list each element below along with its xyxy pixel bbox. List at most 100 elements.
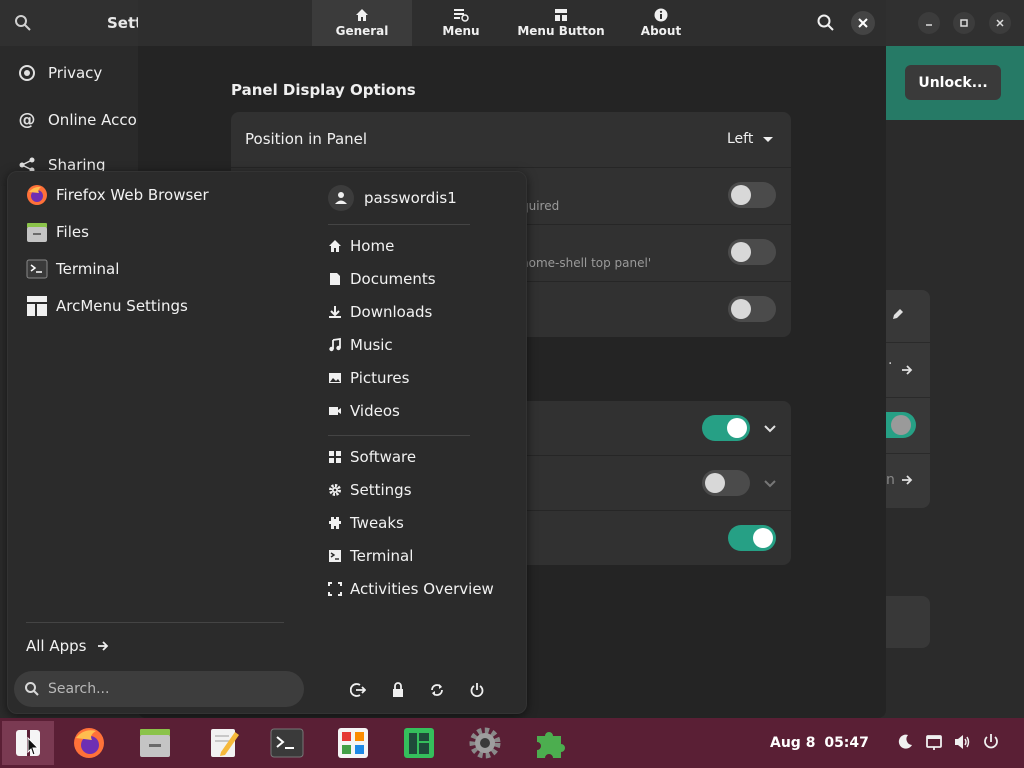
- dialog-header: [138, 0, 886, 46]
- text-editor-icon: [211, 729, 239, 757]
- search-icon[interactable]: [14, 14, 32, 32]
- tab-menu[interactable]: Menu: [423, 0, 499, 46]
- place-label: Music: [350, 336, 393, 354]
- maximize-icon: [960, 19, 968, 27]
- power-button[interactable]: [467, 680, 487, 700]
- close-window-button[interactable]: [989, 12, 1011, 34]
- gear-icon: [469, 727, 501, 759]
- favorite-firefox[interactable]: Firefox Web Browser: [26, 184, 209, 206]
- dock-extensions[interactable]: [522, 721, 578, 765]
- dock-firefox[interactable]: [61, 721, 117, 765]
- home-icon: [328, 239, 342, 253]
- dialog-close-button[interactable]: [851, 11, 875, 35]
- tab-label: General: [335, 24, 389, 38]
- place-label: Pictures: [350, 369, 410, 387]
- chevron-down-icon[interactable]: [763, 421, 777, 435]
- videos-icon: [328, 404, 342, 418]
- row-label: Position in Panel: [245, 130, 368, 148]
- night-light-icon[interactable]: [896, 733, 914, 751]
- shortcut-terminal[interactable]: Terminal: [328, 547, 413, 565]
- dock-software[interactable]: [325, 721, 381, 765]
- lock-button[interactable]: [388, 680, 408, 700]
- search-box[interactable]: [14, 671, 304, 707]
- shortcut-tweaks[interactable]: Tweaks: [328, 514, 404, 532]
- divider: [886, 453, 930, 454]
- place-home[interactable]: Home: [328, 237, 394, 255]
- toggle-switch[interactable]: [728, 239, 776, 265]
- toggle-switch[interactable]: [702, 415, 750, 441]
- manjaro-icon: [404, 728, 434, 758]
- favorite-files[interactable]: Files: [26, 221, 89, 243]
- edit-icon[interactable]: [891, 307, 905, 321]
- lock-icon: [393, 682, 403, 697]
- arrow-right-icon[interactable]: [900, 473, 914, 487]
- place-label: Documents: [350, 270, 436, 288]
- favorite-terminal[interactable]: Terminal: [26, 258, 119, 280]
- partial-text: n: [886, 472, 895, 488]
- dock-terminal[interactable]: [259, 721, 315, 765]
- toggle-switch[interactable]: [728, 296, 776, 322]
- clock[interactable]: Aug 8 05:47: [770, 735, 869, 751]
- arrow-right-icon: [98, 641, 109, 651]
- software-icon: [338, 728, 368, 758]
- logout-button[interactable]: [348, 680, 368, 700]
- username: passwordis1: [364, 189, 457, 207]
- info-icon: [654, 8, 668, 22]
- clock-time: 05:47: [824, 735, 869, 751]
- minimize-button[interactable]: [918, 12, 940, 34]
- music-icon: [328, 338, 342, 352]
- shortcut-software[interactable]: Software: [328, 448, 416, 466]
- volume-icon[interactable]: [953, 733, 971, 751]
- shortcut-activities-overview[interactable]: Activities Overview: [328, 580, 494, 598]
- tab-menu-button[interactable]: Menu Button: [513, 0, 609, 46]
- restart-button[interactable]: [427, 680, 447, 700]
- menu-settings-icon: [454, 9, 469, 22]
- arcmenu-button[interactable]: [2, 721, 54, 765]
- position-in-panel-row[interactable]: Position in Panel Left: [231, 112, 791, 168]
- sidebar-item-privacy[interactable]: Privacy: [18, 64, 102, 82]
- place-pictures[interactable]: Pictures: [328, 369, 409, 387]
- arcmenu-settings-icon: [26, 295, 48, 317]
- toggle-switch[interactable]: [728, 525, 776, 551]
- place-videos[interactable]: Videos: [328, 402, 400, 420]
- dock-settings[interactable]: [457, 721, 513, 765]
- tab-label: Menu: [442, 24, 480, 38]
- place-downloads[interactable]: Downloads: [328, 303, 432, 321]
- all-apps-button[interactable]: All Apps: [26, 637, 110, 655]
- avatar: [328, 185, 354, 211]
- menu-button-icon: [555, 9, 567, 21]
- firefox-icon: [74, 728, 104, 758]
- dock-files[interactable]: [127, 721, 183, 765]
- clock-date: Aug 8: [770, 735, 816, 751]
- place-music[interactable]: Music: [328, 336, 393, 354]
- dock-text-editor[interactable]: [196, 721, 252, 765]
- activities-icon: [328, 582, 342, 596]
- tab-general[interactable]: General: [312, 0, 412, 46]
- toggle-switch-partial[interactable]: [886, 412, 916, 438]
- dock-manjaro-hello[interactable]: [391, 721, 447, 765]
- favorite-label: Files: [56, 223, 89, 241]
- maximize-button[interactable]: [953, 12, 975, 34]
- chevron-down-icon: [763, 137, 773, 142]
- place-documents[interactable]: Documents: [328, 270, 436, 288]
- unlock-button[interactable]: Unlock...: [905, 65, 1001, 100]
- power-icon[interactable]: [982, 733, 1000, 751]
- gear-icon: [328, 483, 342, 497]
- terminal-icon: [270, 728, 304, 758]
- search-input[interactable]: [48, 681, 278, 697]
- arrow-right-icon[interactable]: [900, 363, 914, 377]
- extensions-icon: [537, 732, 565, 758]
- toggle-switch[interactable]: [702, 470, 750, 496]
- download-icon: [328, 305, 342, 319]
- shortcut-settings[interactable]: Settings: [328, 481, 412, 499]
- sidebar-item-online-accounts[interactable]: @ Online Accou: [18, 110, 147, 130]
- chevron-down-icon[interactable]: [763, 476, 777, 490]
- toggle-switch[interactable]: [728, 182, 776, 208]
- tab-label: Menu Button: [517, 24, 605, 38]
- search-icon[interactable]: [816, 13, 836, 33]
- all-apps-label: All Apps: [26, 637, 87, 655]
- network-icon[interactable]: [925, 733, 943, 751]
- user-button[interactable]: passwordis1: [328, 185, 457, 211]
- favorite-arcmenu-settings[interactable]: ArcMenu Settings: [26, 295, 188, 317]
- tab-about[interactable]: About: [626, 0, 696, 46]
